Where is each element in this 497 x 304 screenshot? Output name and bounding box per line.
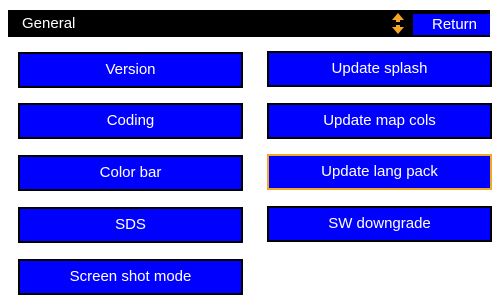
sds-button[interactable]: SDS (18, 207, 243, 243)
version-button[interactable]: Version (18, 52, 243, 88)
coding-button[interactable]: Coding (18, 103, 243, 139)
update-splash-button[interactable]: Update splash (267, 51, 492, 87)
return-button[interactable]: Return (413, 14, 490, 35)
color-bar-button[interactable]: Color bar (18, 155, 243, 191)
screen-shot-mode-button[interactable]: Screen shot mode (18, 259, 243, 295)
page-title: General (22, 15, 76, 32)
sw-downgrade-button[interactable]: SW downgrade (267, 206, 492, 242)
update-lang-pack-button[interactable]: Update lang pack (267, 154, 492, 190)
up-down-arrows-icon[interactable] (392, 13, 404, 34)
update-map-cols-button[interactable]: Update map cols (267, 103, 492, 139)
header-bar: General Return (8, 10, 490, 37)
